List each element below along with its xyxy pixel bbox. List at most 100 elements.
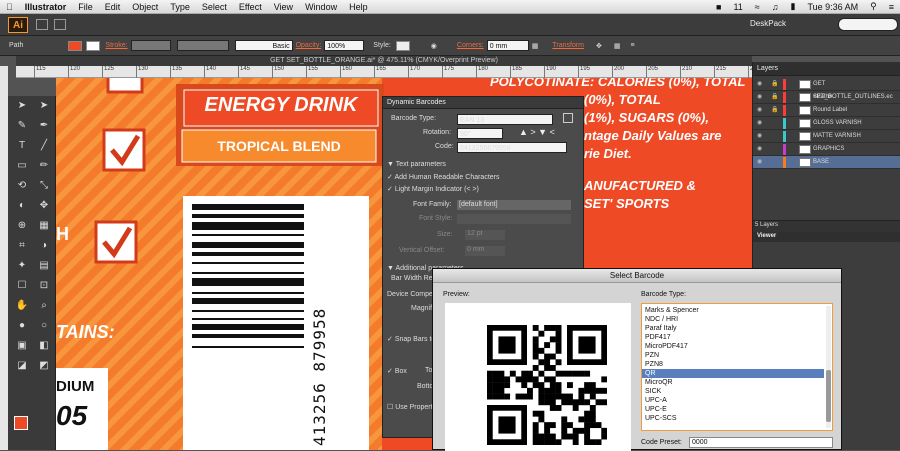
- tool-icon[interactable]: ⌕: [34, 300, 54, 312]
- layer-row[interactable]: ◉ MATTE VARNISH: [753, 130, 900, 143]
- arrange-icon[interactable]: [54, 19, 66, 30]
- menu-effect[interactable]: Effect: [233, 2, 268, 12]
- font-family-select[interactable]: [default font]: [457, 200, 571, 210]
- list-icon[interactable]: ≡: [883, 2, 900, 12]
- transform-link[interactable]: Transform: [549, 42, 587, 49]
- menu-object[interactable]: Object: [126, 2, 164, 12]
- visibility-icon[interactable]: ◉: [757, 156, 762, 169]
- list-item[interactable]: MicroQR: [642, 378, 824, 387]
- tool-icon[interactable]: ◩: [34, 360, 54, 372]
- layer-row[interactable]: ◉ BASE: [753, 156, 900, 169]
- tool-icon[interactable]: ➤: [34, 100, 54, 112]
- margin-indicator-checkbox[interactable]: ✓ Light Margin Indicator (< >): [387, 185, 479, 193]
- menu-help[interactable]: Help: [343, 2, 374, 12]
- layer-row[interactable]: ◉ 🔒 Round Label: [753, 104, 900, 117]
- barcode-type-list[interactable]: Marks & Spencer NDC / HRI Paraf Italy PD…: [641, 303, 833, 431]
- tool-icon[interactable]: ╱: [34, 140, 54, 152]
- menu-edit[interactable]: Edit: [99, 2, 127, 12]
- volume-icon[interactable]: ♫: [766, 2, 785, 12]
- dynamic-barcodes-header[interactable]: Dynamic Barcodes: [383, 97, 583, 109]
- clock[interactable]: Tue 9:36 AM: [801, 2, 864, 12]
- layer-row[interactable]: ◉ 🔒 <Path>: [753, 91, 900, 104]
- tool-icon[interactable]: ◐: [12, 200, 32, 212]
- code-field[interactable]: 5413256879958: [457, 142, 567, 153]
- tool-icon[interactable]: ●: [12, 320, 32, 332]
- rotate-buttons[interactable]: ▲ > ▼ <: [519, 127, 555, 137]
- tool-icon[interactable]: ✒: [34, 120, 54, 132]
- opacity-link[interactable]: Opacity:: [293, 42, 325, 49]
- list-item[interactable]: UPC-E: [642, 405, 824, 414]
- list-item[interactable]: Paraf Italy: [642, 324, 824, 333]
- tool-icon[interactable]: ▭: [12, 160, 32, 172]
- lock-icon[interactable]: 🔒: [771, 78, 778, 91]
- opacity-field[interactable]: 100%: [324, 40, 365, 51]
- bridge-icon[interactable]: [36, 19, 48, 30]
- document-tab[interactable]: GET SET_BOTTLE_ORANGE.ai* @ 475.11% (CMY…: [16, 56, 752, 66]
- visibility-icon[interactable]: ◉: [757, 143, 762, 156]
- tool-icon[interactable]: ○: [34, 320, 54, 332]
- visibility-icon[interactable]: ◉: [757, 104, 762, 117]
- list-item[interactable]: PZN8: [642, 360, 824, 369]
- tool-icon[interactable]: ▤: [34, 260, 54, 272]
- recolor-icon[interactable]: ◉: [428, 42, 440, 50]
- rotation-field[interactable]: 90°: [457, 128, 503, 139]
- tool-icon[interactable]: ✦: [12, 260, 32, 272]
- menu-view[interactable]: View: [268, 2, 299, 12]
- stroke-link[interactable]: Stroke:: [102, 42, 130, 49]
- tool-icon[interactable]: ⊕: [12, 220, 32, 232]
- list-item[interactable]: PDF417: [642, 333, 824, 342]
- stroke-weight[interactable]: [130, 40, 171, 51]
- lock-icon[interactable]: 🔒: [771, 104, 778, 117]
- text-params-toggle[interactable]: ▼ Text parameters: [387, 161, 446, 168]
- tool-icon[interactable]: ⤡: [34, 180, 54, 192]
- tool-icon[interactable]: ✥: [34, 200, 54, 212]
- tool-icon[interactable]: ✎: [12, 120, 32, 132]
- code-preset-select[interactable]: 0000: [689, 437, 833, 448]
- tool-icon[interactable]: ⌗: [12, 240, 32, 252]
- barcode-type-select[interactable]: EAN 13: [457, 114, 553, 125]
- tool-icon[interactable]: ◑: [34, 240, 54, 252]
- font-style-select[interactable]: [457, 214, 571, 224]
- brush-profile[interactable]: Basic: [234, 40, 293, 51]
- tool-icon[interactable]: ▣: [12, 340, 32, 352]
- tool-icon[interactable]: ✋: [12, 300, 32, 312]
- stroke-swatch[interactable]: [86, 40, 101, 51]
- fill-color-icon[interactable]: [14, 416, 28, 430]
- tool-icon[interactable]: ◪: [12, 360, 32, 372]
- menu-type[interactable]: Type: [164, 2, 196, 12]
- tool-icon[interactable]: T: [12, 140, 32, 152]
- snap-bars-checkbox[interactable]: ✓ Snap Bars to: [387, 335, 435, 343]
- panel-menu-icon[interactable]: ≡: [628, 42, 638, 49]
- workspace-switcher[interactable]: DeskPack: [750, 19, 786, 28]
- menu-select[interactable]: Select: [196, 2, 233, 12]
- visibility-icon[interactable]: ◉: [757, 78, 762, 91]
- layer-row[interactable]: ◉ 🔒 GET SET_BOTTLE_OUTLINES.ec: [753, 78, 900, 100]
- tool-icon[interactable]: ☐: [12, 280, 32, 292]
- battery-icon[interactable]: ▮: [784, 1, 801, 12]
- size-field[interactable]: 12 pt: [465, 230, 505, 240]
- list-item[interactable]: NDC / HRI: [642, 315, 824, 324]
- menu-window[interactable]: Window: [299, 2, 343, 12]
- status-icon[interactable]: ■: [710, 2, 727, 12]
- visibility-icon[interactable]: ◉: [757, 130, 762, 143]
- variable-width[interactable]: [176, 40, 229, 51]
- tool-icon[interactable]: ◧: [34, 340, 54, 352]
- style-swatch[interactable]: [395, 40, 410, 51]
- list-item[interactable]: PZN: [642, 351, 824, 360]
- viewer-tab[interactable]: Viewer: [757, 233, 776, 239]
- arrange-docs-icon[interactable]: ▦: [611, 42, 624, 50]
- list-item[interactable]: UPC-A: [642, 396, 824, 405]
- menu-file[interactable]: File: [72, 2, 99, 12]
- use-properties-checkbox[interactable]: ☐ Use Properti: [387, 403, 434, 411]
- fill-swatch[interactable]: [68, 40, 83, 51]
- box-checkbox[interactable]: ✓ Box: [387, 367, 407, 375]
- list-scrollbar[interactable]: [826, 306, 831, 428]
- human-readable-checkbox[interactable]: ✓ Add Human Readable Characters: [387, 173, 500, 181]
- tool-icon[interactable]: ⟲: [12, 180, 32, 192]
- barcode-picker-icon[interactable]: [563, 113, 573, 123]
- tool-icon[interactable]: ✏: [34, 160, 54, 172]
- list-item[interactable]: SICK: [642, 387, 824, 396]
- isolate-icon[interactable]: ✥: [593, 42, 605, 50]
- wifi-icon[interactable]: ≈: [749, 2, 766, 12]
- layer-row[interactable]: ◉ GLOSS VARNISH: [753, 117, 900, 130]
